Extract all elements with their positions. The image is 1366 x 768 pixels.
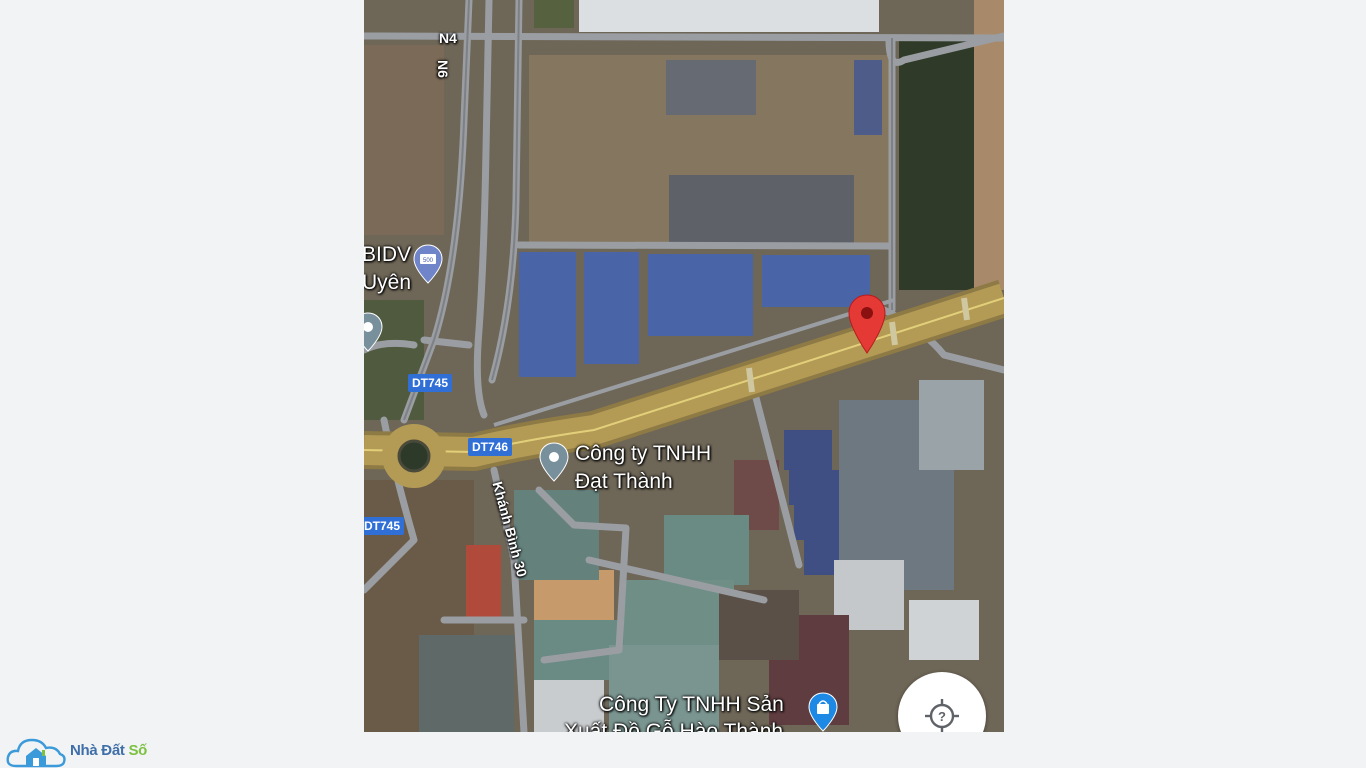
bank-label-uyen: Uyên: [364, 271, 412, 294]
road-shield-dt746: DT746: [468, 438, 513, 456]
company2-label-line1: Công Ty TNHH Sản: [599, 693, 784, 716]
road-label-n6: N6: [435, 60, 451, 78]
company-poi-icon[interactable]: [538, 442, 570, 487]
blue-warehouse: [648, 254, 753, 336]
brand-watermark: Nhà Đất Số: [6, 732, 147, 768]
brand-name-part2: Số: [128, 741, 148, 759]
shopping-bag-poi-icon[interactable]: [806, 692, 840, 732]
place-poi-icon[interactable]: [364, 312, 384, 357]
company-label-line1: Công ty TNHH: [575, 442, 712, 465]
brand-name-part1: Nhà Đất: [70, 741, 125, 759]
road-shield-dt745: DT745: [408, 374, 453, 392]
crosshair-icon: ?: [925, 699, 959, 732]
cloud-house-logo-icon: [6, 738, 66, 768]
warehouse-roof-top: [579, 0, 879, 32]
satellite-map[interactable]: N4 N6 Khánh Bình 30 BIDV Uyên 500 Công t…: [364, 0, 1004, 732]
field-left: [364, 45, 444, 235]
blue-warehouse: [584, 252, 639, 364]
bank-badge-text: 500: [423, 258, 434, 264]
company-label-line2: Đạt Thành: [575, 470, 673, 493]
map-imagery: [364, 0, 1004, 732]
location-marker-icon[interactable]: [848, 294, 886, 361]
company2-label-line2: Xuất Đồ Gỗ Hào Thành: [564, 720, 784, 732]
bank-label-bidv: BIDV: [364, 243, 412, 266]
road-label-n4: N4: [439, 30, 457, 46]
bank-poi-icon[interactable]: 500: [412, 244, 444, 289]
blue-warehouse: [519, 252, 576, 377]
locate-symbol: ?: [938, 709, 946, 724]
factory-building: [669, 175, 854, 243]
road-shield-dt745-left: DT745: [364, 517, 405, 535]
